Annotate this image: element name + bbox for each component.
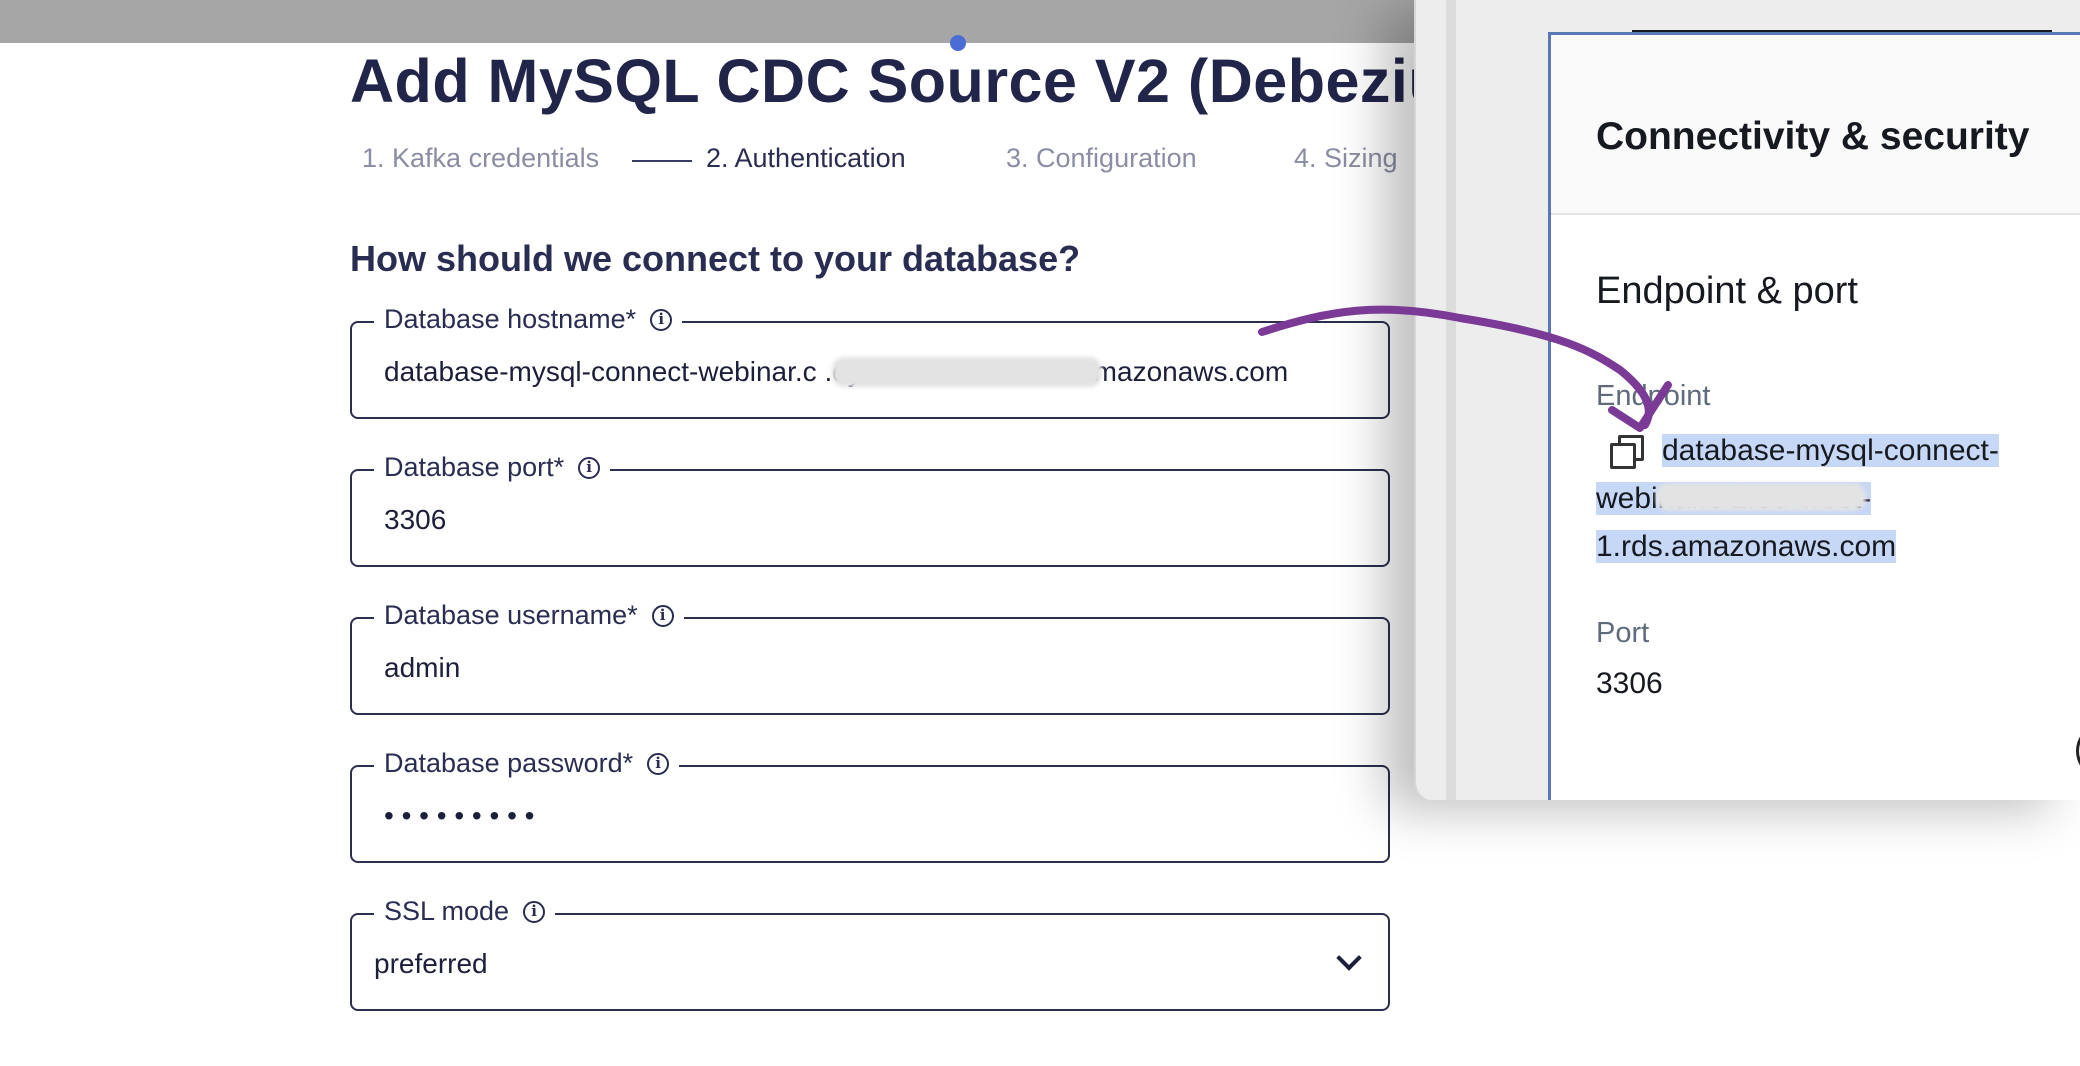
info-icon[interactable]: i (523, 900, 546, 923)
hostname-label: Database hostname* (384, 304, 637, 334)
card-header: Connectivity & security (1551, 35, 2080, 215)
port-label: Database port* (384, 452, 565, 482)
info-icon[interactable]: i (650, 308, 673, 331)
copy-icon[interactable] (1608, 435, 1644, 470)
overlay-active-tab[interactable] (1632, 0, 2052, 35)
info-icon[interactable]: i (578, 456, 601, 479)
port-field[interactable]: Database port* i 3306 (350, 452, 1390, 567)
password-label-wrap: Database password* i (374, 748, 680, 779)
info-icon[interactable]: i (647, 752, 670, 775)
overlay-port-value: 3306 (1596, 667, 1663, 700)
ssl-mode-value[interactable]: preferred (374, 948, 1354, 980)
window-top-bar (0, 0, 1420, 43)
redaction-blur (832, 357, 1102, 387)
username-field[interactable]: Database username* i admin (350, 600, 1390, 715)
hostname-field[interactable]: Database hostname* i database-mysql-conn… (350, 304, 1390, 419)
port-label-wrap: Database port* i (374, 452, 611, 483)
aws-console-overlay: Connectivity & security Endpoint & port … (1414, 0, 2080, 800)
password-field[interactable]: Database password* i • • • • • • • • • (350, 748, 1390, 863)
port-input[interactable]: 3306 (384, 504, 1364, 536)
ssl-mode-label: SSL mode (384, 896, 510, 926)
ssl-label-wrap: SSL mode i (374, 896, 556, 927)
username-label: Database username* (384, 600, 638, 630)
connectivity-card: Connectivity & security Endpoint & port … (1548, 32, 2080, 800)
step-configuration[interactable]: 3. Configuration (1006, 143, 1197, 174)
password-label: Database password* (384, 748, 634, 778)
overlay-scroll-track (1446, 0, 1456, 800)
step-authentication[interactable]: 2. Authentication (706, 143, 906, 174)
endpoint-label: Endpoint (1596, 380, 1711, 412)
username-input[interactable]: admin (384, 652, 1364, 684)
ssl-mode-select[interactable]: SSL mode i preferred (350, 896, 1390, 1011)
page-title: Add MySQL CDC Source V2 (Debezium) (350, 47, 1522, 115)
hostname-label-wrap: Database hostname* i (374, 304, 683, 335)
redaction-blur (1656, 483, 1866, 511)
step-connector-line (632, 160, 692, 162)
info-icon[interactable]: i (651, 604, 674, 627)
step-kafka-credentials[interactable]: 1. Kafka credentials (362, 143, 599, 174)
overlay-port-label: Port (1596, 617, 1650, 649)
step-sizing[interactable]: 4. Sizing (1294, 143, 1398, 174)
card-title: Connectivity & security (1596, 115, 2030, 158)
username-label-wrap: Database username* i (374, 600, 684, 631)
endpoint-port-heading: Endpoint & port (1596, 270, 1858, 312)
section-question: How should we connect to your database? (350, 238, 1081, 279)
password-input[interactable]: • • • • • • • • • (384, 800, 1364, 832)
